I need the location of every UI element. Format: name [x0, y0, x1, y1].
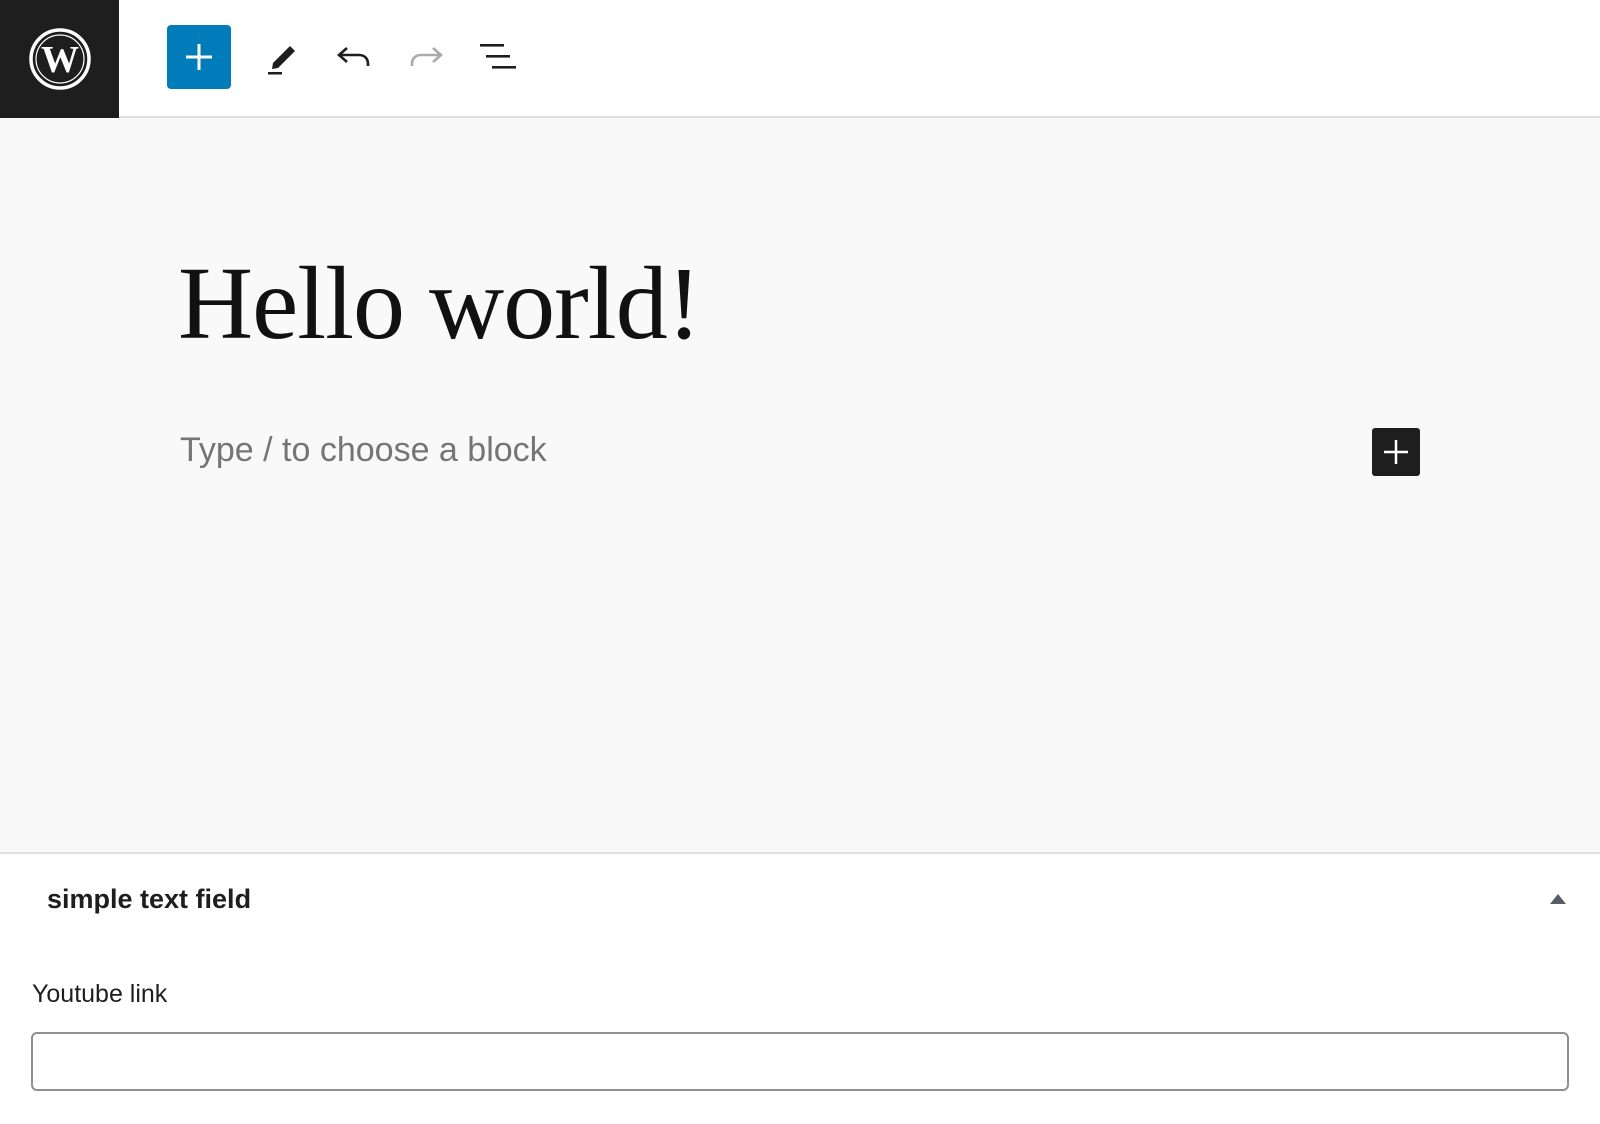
caret-up-icon [1550, 894, 1566, 904]
inline-block-inserter-button[interactable] [1372, 428, 1420, 476]
wordpress-logo-button[interactable]: W [0, 0, 119, 118]
metabox-header[interactable]: simple text field [0, 854, 1600, 944]
tools-button[interactable] [250, 25, 314, 89]
undo-icon [337, 47, 370, 66]
redo-icon [410, 47, 443, 66]
metabox-toggle-button[interactable] [1538, 878, 1578, 918]
redo-button[interactable] [394, 25, 458, 89]
wordpress-logo-icon: W [28, 28, 91, 90]
add-block-button[interactable] [167, 25, 231, 89]
pencil-icon [268, 46, 295, 75]
plus-icon [186, 44, 212, 70]
youtube-link-input[interactable] [31, 1032, 1569, 1091]
default-block-appender[interactable]: Type / to choose a block [180, 430, 547, 471]
post-title[interactable]: Hello world! [178, 242, 701, 367]
undo-button[interactable] [322, 25, 386, 89]
metabox-title: simple text field [47, 884, 252, 914]
metabox-panel: simple text field Youtube link [0, 852, 1600, 1124]
youtube-link-label: Youtube link [32, 980, 168, 1008]
list-view-icon [480, 44, 516, 69]
list-view-button[interactable] [466, 25, 530, 89]
editor-header: W [0, 0, 1600, 118]
svg-text:W: W [41, 39, 79, 81]
editor-canvas: Hello world! Type / to choose a block [0, 118, 1600, 852]
plus-icon [1384, 440, 1408, 464]
